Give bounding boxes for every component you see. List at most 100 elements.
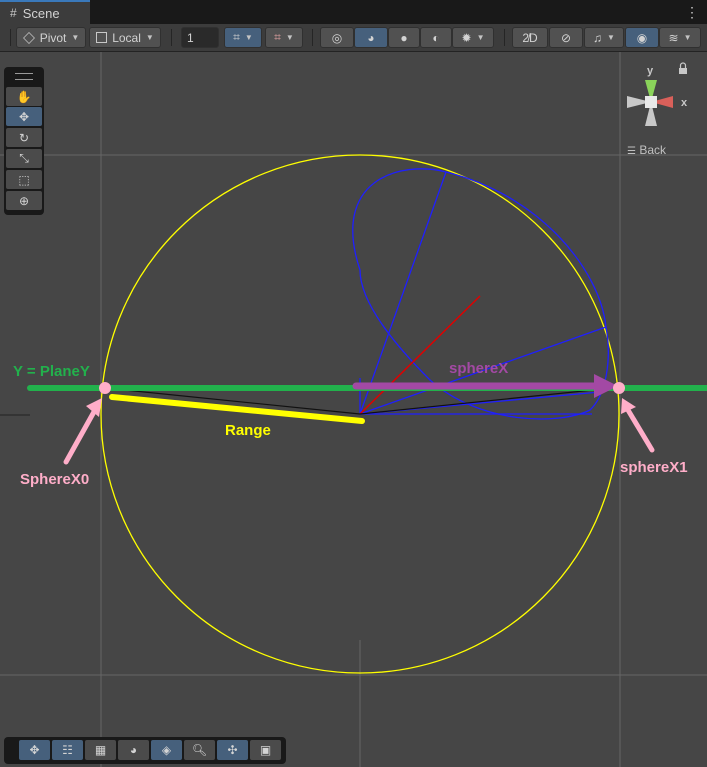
2d-crossed-icon: 2̸D — [522, 30, 538, 45]
chevron-down-icon: ▼ — [71, 33, 80, 42]
wireframe-sphere-icon: ◎ — [331, 30, 343, 45]
toolbar-divider — [171, 29, 172, 46]
shaded-button[interactable]: ● — [388, 27, 420, 48]
toolbar-divider — [504, 29, 505, 46]
scale-icon: ⤡ — [19, 151, 29, 165]
sphere-icon: ◕ — [129, 743, 138, 757]
chevron-down-icon: ▼ — [683, 33, 692, 42]
layers-dropdown[interactable]: ≋ ▼ — [659, 27, 701, 48]
view-options-button[interactable]: ◈ — [151, 740, 182, 760]
increment-snap-toggle[interactable]: ⌗ ▼ — [265, 27, 303, 48]
unlit-sphere-icon: ◐ — [432, 30, 440, 45]
gizmo-y-label: y — [647, 65, 654, 77]
shaded-sphere-icon: ● — [400, 30, 408, 45]
grid-snap-toggle[interactable]: ⌗ ▼ — [224, 27, 262, 48]
gizmo-x-label: x — [681, 97, 688, 109]
chevron-down-icon: ▼ — [244, 33, 253, 42]
overlay-grip-icon[interactable] — [15, 73, 33, 80]
cone-outline — [352, 168, 609, 420]
move-tool[interactable]: ✥ — [6, 107, 42, 126]
scene-toolbar: Pivot ▼ Local ▼ 1 ⌗ ▼ ⌗ ▼ ◎ ◕ ● ◐ ✹ ▼ 2̸… — [0, 24, 707, 52]
camera-overlay-button[interactable]: ▣ — [250, 740, 281, 760]
spherex1-label: sphereX1 — [620, 459, 688, 476]
chevron-down-icon: ▼ — [145, 33, 154, 42]
move-icon: ✥ — [18, 109, 30, 124]
spherex0-label: SphereX0 — [20, 471, 89, 488]
back-label: Back — [639, 143, 666, 157]
scene-canvas: Y = PlaneY sphereX Range SphereX0 sphere… — [0, 52, 707, 767]
tab-scene-label: Scene — [22, 5, 60, 21]
hand-tool[interactable]: ✋ — [6, 87, 42, 106]
gizmo-center — [645, 96, 657, 108]
increment-snap-icon: ⌗ — [274, 30, 281, 44]
search-icon: 🔍︎ — [191, 743, 208, 757]
local-label: Local — [112, 30, 141, 45]
grid-icon: # — [10, 6, 17, 20]
hand-icon: ✋ — [16, 89, 32, 104]
toolbar-divider — [312, 29, 313, 46]
grid-snap-field[interactable]: 1 — [181, 27, 219, 48]
unlit-button[interactable]: ◐ — [420, 27, 452, 48]
shaded-wireframe-button[interactable]: ◕ — [354, 27, 388, 48]
orientation-overlay-button[interactable]: ✣ — [217, 740, 248, 760]
grid-icon: ▦ — [94, 743, 107, 757]
tab-bar: # Scene ⋮ — [0, 0, 707, 24]
rect-tool[interactable]: ⬚ — [6, 170, 42, 189]
spherex1-marker — [613, 382, 625, 394]
spherex0-arrow — [63, 407, 98, 465]
cone-wireframe — [352, 168, 609, 420]
sliders-icon: ☷ — [62, 743, 73, 757]
gizmo-back-label[interactable]: ☰ Back — [627, 143, 666, 157]
transform-icon: ⊕ — [18, 193, 30, 208]
camera-icon: ▣ — [259, 743, 272, 757]
grid-snap-icon: ⌗ — [233, 30, 240, 44]
audio-crossed-icon: ♫ — [593, 30, 603, 45]
spherex0-marker — [99, 382, 111, 394]
tab-scene[interactable]: # Scene — [0, 0, 90, 24]
grid-snap-value: 1 — [187, 30, 194, 45]
move-overlay-button[interactable]: ✥ — [19, 740, 50, 760]
layers-icon: ≋ — [668, 30, 679, 45]
direction-ray — [359, 295, 481, 415]
transform-tool[interactable]: ⊕ — [6, 191, 42, 210]
grid-overlay-button[interactable]: ▦ — [85, 740, 116, 760]
lighting-toggle-button[interactable]: ⊘ — [549, 27, 583, 48]
range-line — [109, 394, 365, 424]
lock-icon — [679, 68, 687, 74]
scene-grid — [0, 52, 707, 767]
move-icon: ✥ — [29, 743, 40, 757]
rotate-icon: ↻ — [18, 130, 30, 145]
rect-icon: ⬚ — [18, 172, 30, 187]
spherex1-arrow — [625, 407, 655, 453]
debug-draw-mode-dropdown[interactable]: ✹ ▼ — [452, 27, 494, 48]
chevron-down-icon: ▼ — [476, 33, 485, 42]
orientation-icon: ✣ — [227, 743, 238, 757]
toolbar-divider — [10, 29, 11, 46]
search-overlay-button[interactable]: 🔍︎ — [184, 740, 215, 760]
cube-icon — [96, 32, 108, 43]
scene-viewport[interactable]: Y = PlaneY sphereX Range SphereX0 sphere… — [0, 52, 707, 767]
pivot-icon — [22, 31, 35, 44]
shaded-wireframe-sphere-icon: ◕ — [367, 30, 375, 45]
eye-icon: ◉ — [636, 30, 648, 45]
tools-overlay: ✋ ✥ ↻ ⤡ ⬚ ⊕ — [4, 67, 44, 215]
audio-toggle-dropdown[interactable]: ♫ ▼ — [584, 27, 624, 48]
bottom-overlay-toolbar: ✥ ☷ ▦ ◕ ◈ 🔍︎ ✣ ▣ — [4, 737, 286, 764]
kebab-icon[interactable]: ⋮ — [685, 4, 699, 21]
chevron-down-icon: ▼ — [285, 33, 294, 42]
light-crossed-icon: ⊘ — [560, 30, 572, 45]
wireframe-shading-button[interactable]: ◎ — [320, 27, 354, 48]
lock-shackle — [679, 62, 687, 68]
local-dropdown[interactable]: Local ▼ — [89, 27, 161, 48]
rotate-tool[interactable]: ↻ — [6, 128, 42, 147]
scene-visibility-button[interactable]: ◉ — [625, 27, 659, 48]
orientation-gizmo: y x — [627, 62, 688, 126]
chevron-down-icon: ▼ — [607, 33, 615, 42]
pivot-dropdown[interactable]: Pivot ▼ — [16, 27, 86, 48]
bug-icon: ✹ — [461, 30, 472, 45]
2d-toggle-button[interactable]: 2̸D — [512, 27, 548, 48]
plane-label: Y = PlaneY — [13, 363, 90, 380]
tool-settings-button[interactable]: ☷ — [52, 740, 83, 760]
scale-tool[interactable]: ⤡ — [6, 149, 42, 168]
draw-mode-button[interactable]: ◕ — [118, 740, 149, 760]
